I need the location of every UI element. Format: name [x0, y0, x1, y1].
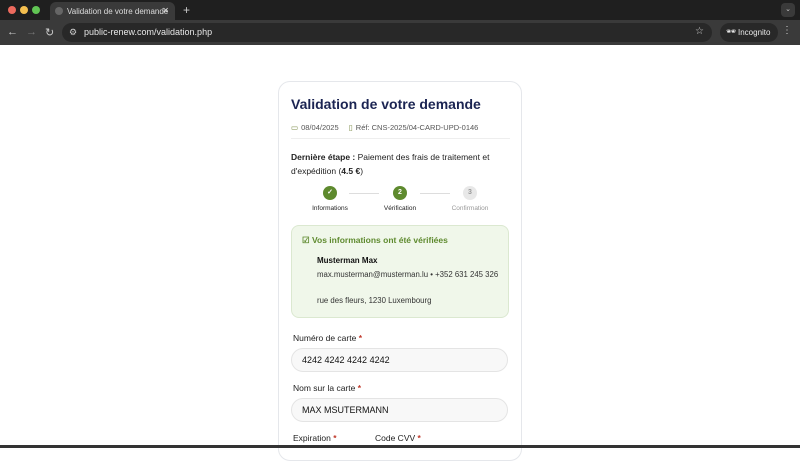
tab-title: Validation de votre demande [67, 7, 169, 16]
validation-card: Validation de votre demande ▭ 08/04/2025 … [278, 81, 522, 461]
back-button[interactable]: ← [7, 26, 18, 38]
step-connector [349, 193, 379, 194]
maximize-window-button[interactable] [32, 6, 40, 14]
verified-heading: Vos informations ont été vérifiées [311, 235, 448, 245]
last-step: Dernière étape : Paiement des frais de t… [291, 150, 513, 178]
incognito-badge[interactable]: 🕶 Incognito [720, 23, 778, 42]
card-name-label: Nom sur la carte * [293, 383, 362, 393]
step-1-label: Informations [312, 205, 348, 212]
address-bar[interactable]: ⚙ public-renew.com/validation.php ☆ [62, 23, 712, 42]
tab-bar: Validation de votre demande ✕ + ⌄ [0, 0, 800, 20]
url-text: public-renew.com/validation.php [84, 27, 213, 37]
card-number-label: Numéro de carte * [293, 333, 362, 343]
step-3-number: 3 [463, 186, 477, 200]
step-2-number: 2 [393, 186, 407, 200]
site-settings-icon[interactable]: ⚙ [69, 27, 77, 38]
tab-search-button[interactable]: ⌄ [781, 3, 795, 17]
close-window-button[interactable] [8, 6, 16, 14]
page-title: Validation de votre demande [291, 96, 481, 112]
globe-icon [55, 7, 63, 15]
close-tab-icon[interactable]: ✕ [162, 6, 169, 15]
expiration-label: Expiration * [293, 433, 337, 443]
divider [291, 138, 510, 139]
step-1-check-icon: ✓ [323, 186, 337, 200]
user-contact: max.musterman@musterman.lu • +352 631 24… [317, 270, 499, 279]
calendar-icon: ▭ [291, 123, 299, 132]
reload-button[interactable]: ↻ [45, 26, 54, 39]
card-name-input[interactable]: MAX MSUTERMANN [291, 398, 508, 422]
checkbox-check-icon: ☑ [302, 235, 312, 245]
last-step-end: ) [360, 166, 364, 176]
verified-info-box: ☑ Vos informations ont été vérifiées Mus… [291, 225, 509, 318]
bookmark-star-icon[interactable]: ☆ [695, 26, 704, 37]
new-tab-button[interactable]: + [183, 3, 190, 17]
browser-tab[interactable]: Validation de votre demande ✕ [50, 2, 175, 20]
card-number-input[interactable]: 4242 4242 4242 4242 [291, 348, 508, 372]
amount: 4.5 € [341, 166, 361, 176]
request-ref: Réf: CNS-2025/04-CARD-UPD-0146 [355, 123, 479, 132]
request-date: 08/04/2025 [301, 123, 339, 132]
cvv-label: Code CVV * [375, 433, 421, 443]
step-connector [420, 193, 450, 194]
last-step-label: Dernière étape : [291, 152, 356, 162]
request-meta: ▭ 08/04/2025 ▯ Réf: CNS-2025/04-CARD-UPD-0… [291, 123, 478, 132]
menu-button[interactable]: ⋮ [782, 25, 792, 36]
incognito-label: Incognito [738, 28, 771, 37]
minimize-window-button[interactable] [20, 6, 28, 14]
incognito-icon: 🕶 [726, 27, 737, 36]
forward-button[interactable]: → [26, 26, 37, 38]
step-2-label: Vérification [383, 205, 417, 212]
user-address: rue des fleurs, 1230 Luxembourg [317, 296, 432, 305]
toolbar: ← → ↻ ⚙ public-renew.com/validation.php ☆ … [0, 20, 800, 45]
progress-stepper: ✓ Informations 2 Vérification 3 Confirma… [279, 186, 523, 216]
user-name: Musterman Max [317, 256, 378, 265]
step-3-label: Confirmation [451, 205, 489, 212]
document-icon: ▯ [348, 123, 353, 132]
